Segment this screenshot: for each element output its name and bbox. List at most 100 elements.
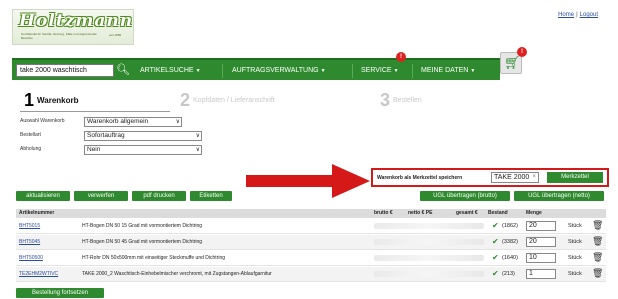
- table-header: Artikelnummer brutto € netto € PE gesamt…: [16, 209, 606, 218]
- nav-artikelsuche[interactable]: ARTIKELSUCHE ▼: [140, 64, 201, 78]
- in-stock-check-icon: ✔: [492, 269, 499, 278]
- nav-artikelsuche-label: ARTIKELSUCHE: [140, 67, 194, 74]
- price-redacted: [374, 255, 484, 261]
- table-row: BHT50500 HT-Rohr DN 50x500mm mit einseit…: [16, 251, 606, 266]
- stock-count: (1640): [502, 255, 518, 261]
- step-kopfdaten: 2 Kopfdaten / Lieferanschrift: [180, 91, 275, 109]
- auswahl-warenkorb-select[interactable]: Warenkorb allgemein ∨: [84, 117, 182, 127]
- home-link[interactable]: Home: [558, 12, 574, 18]
- in-stock-check-icon: ✔: [492, 253, 499, 262]
- article-description: HT-Bogen DN 50 45 Grad mit vormontiertem…: [82, 239, 203, 245]
- article-description: HT-Rohr DN 50x500mm mit einseitiger Stec…: [82, 255, 226, 261]
- article-link[interactable]: BHT50500: [19, 255, 43, 261]
- abholung-select[interactable]: Nein ∨: [84, 145, 202, 155]
- step-label: Kopfdaten / Lieferanschrift: [193, 96, 275, 104]
- step-label: Warenkorb: [37, 95, 79, 105]
- main-navigation: take 2000 waschtisch 🔍︎ ARTIKELSUCHE ▼ AU…: [12, 52, 500, 80]
- unit-label: Stück: [568, 239, 582, 245]
- step-number: 3: [380, 90, 391, 110]
- merkzettel-save-button[interactable]: Merkzettel: [547, 172, 603, 183]
- logo-wordmark: Holtzmann: [19, 11, 134, 31]
- service-alert-badge: !: [396, 52, 406, 62]
- auswahl-warenkorb-label: Auswahl Warenkorb: [20, 118, 65, 124]
- step-number: 1: [24, 90, 35, 110]
- pdf-drucken-button[interactable]: pdf drucken: [132, 191, 186, 201]
- search-input[interactable]: take 2000 waschtisch: [16, 64, 114, 77]
- article-description: HT-Bogen DN 50 15 Grad mit vormontiertem…: [82, 223, 203, 229]
- stock-count: (1862): [502, 223, 518, 229]
- trash-icon[interactable]: 🗑︎: [592, 220, 603, 231]
- in-stock-check-icon: ✔: [492, 221, 499, 230]
- logo-tagline: Großhandel für Sanitär, Heizung, Kälte u…: [21, 32, 97, 40]
- chevron-down-icon: ∨: [175, 119, 180, 125]
- table-row: BHT5045 HT-Bogen DN 50 45 Grad mit vormo…: [16, 235, 606, 250]
- caret-down-icon: ▼: [470, 68, 476, 74]
- article-link[interactable]: TE2EHM2WTIVC: [19, 271, 58, 277]
- quantity-input[interactable]: 1: [526, 269, 556, 279]
- shopping-cart-icon: 🛒︎: [504, 55, 521, 70]
- table-row: TE2EHM2WTIVC TAKE 2000_2 Waschtisch-Einh…: [16, 267, 606, 282]
- chevron-down-icon: ∨: [195, 147, 200, 153]
- abholung-label: Abholung: [20, 146, 42, 152]
- bestellung-fortsetzen-button[interactable]: Bestellung fortsetzen: [16, 288, 104, 298]
- logo-year: seit 1886: [109, 33, 122, 37]
- ugl-netto-button[interactable]: UGL übertragen (netto): [514, 191, 604, 201]
- trash-icon[interactable]: 🗑︎: [592, 236, 603, 247]
- caret-down-icon: ▼: [320, 68, 326, 74]
- unit-label: Stück: [568, 271, 582, 277]
- logout-link[interactable]: Logout: [580, 12, 598, 18]
- merkzettel-save-panel: Warenkorb als Merkzettel speichern TAKE …: [371, 168, 609, 187]
- col-artikelnummer: Artikelnummer: [19, 210, 55, 216]
- col-netto: netto € PE: [408, 210, 433, 216]
- auswahl-warenkorb-value: Warenkorb allgemein: [87, 118, 149, 125]
- search-icon[interactable]: 🔍︎: [116, 63, 130, 78]
- ugl-brutto-button[interactable]: UGL übertragen (brutto): [420, 191, 510, 201]
- quantity-input[interactable]: 10: [526, 253, 556, 263]
- verwerfen-button[interactable]: verwerfen: [74, 191, 128, 201]
- col-bestand: Bestand: [488, 210, 508, 216]
- trash-icon[interactable]: 🗑︎: [592, 252, 603, 263]
- merkzettel-label: Warenkorb als Merkzettel speichern: [377, 175, 463, 181]
- caret-down-icon: ▼: [195, 68, 201, 74]
- quantity-input[interactable]: 20: [526, 221, 556, 231]
- quantity-input[interactable]: 20: [526, 237, 556, 247]
- table-row: BHT5015 HT-Bogen DN 50 15 Grad mit vormo…: [16, 219, 606, 234]
- bestellart-label: Bestellart: [20, 132, 41, 138]
- cart-alert-badge: !: [517, 47, 527, 57]
- abholung-value: Nein: [87, 146, 101, 153]
- nav-service-label: SERVICE: [361, 67, 392, 74]
- col-menge: Menge: [526, 210, 542, 216]
- trash-icon[interactable]: 🗑︎: [592, 268, 603, 279]
- step-warenkorb: 1 Warenkorb: [24, 91, 79, 109]
- chevron-down-icon: ∨: [195, 133, 200, 139]
- bestellart-value: Sofortauftrag: [87, 132, 125, 139]
- article-link[interactable]: BHT5045: [19, 239, 40, 245]
- bestellart-select[interactable]: Sofortauftrag ∨: [84, 131, 202, 141]
- price-redacted: [374, 223, 484, 229]
- caret-down-icon: ▼: [393, 68, 399, 74]
- nav-meine-daten[interactable]: MEINE DATEN ▼: [412, 64, 475, 78]
- checkout-steps: 1 Warenkorb 2 Kopfdaten / Lieferanschrift …: [20, 91, 460, 112]
- stock-count: (213): [502, 271, 515, 277]
- col-gesamt: gesamt €: [456, 210, 478, 216]
- article-description: TAKE 2000_2 Waschtisch-Einhebelmischer v…: [82, 271, 272, 277]
- company-logo[interactable]: Holtzmann Großhandel für Sanitär, Heizun…: [12, 9, 134, 45]
- merkzettel-input-value: TAKE 2000: [494, 174, 530, 181]
- merkzettel-name-input[interactable]: TAKE 2000 ×: [491, 172, 539, 183]
- stock-count: (3382): [502, 239, 518, 245]
- nav-service[interactable]: SERVICE ▼: [352, 64, 399, 78]
- step-number: 2: [180, 90, 191, 110]
- clear-icon[interactable]: ×: [532, 174, 536, 180]
- etiketten-button[interactable]: Etiketten: [190, 191, 232, 201]
- aktualisieren-button[interactable]: aktualisieren: [16, 191, 70, 201]
- step-bestellen: 3 Bestellen: [380, 91, 422, 109]
- price-redacted: [374, 239, 484, 245]
- nav-auftragsverwaltung[interactable]: AUFTRAGSVERWALTUNG ▼: [222, 64, 326, 78]
- price-redacted: [374, 271, 484, 277]
- highlight-arrow-icon: [246, 164, 370, 198]
- in-stock-check-icon: ✔: [492, 237, 499, 246]
- step-divider: [20, 111, 170, 112]
- article-link[interactable]: BHT5015: [19, 223, 40, 229]
- unit-label: Stück: [568, 223, 582, 229]
- nav-meine-daten-label: MEINE DATEN: [421, 67, 469, 74]
